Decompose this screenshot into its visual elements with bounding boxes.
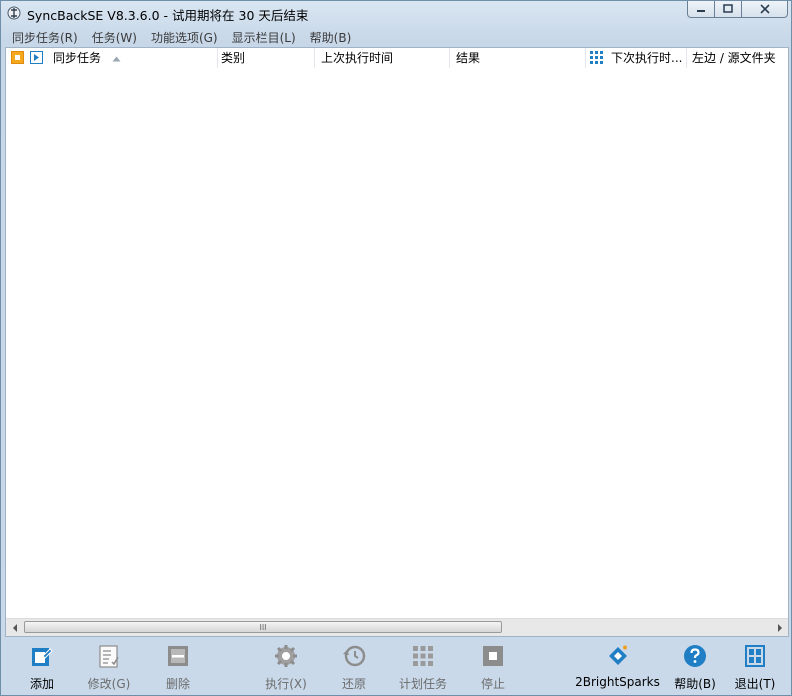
exit-label: 退出(T) xyxy=(734,677,776,691)
column-header-left-source[interactable]: 左边 / 源文件夹 xyxy=(687,48,788,68)
menu-task[interactable]: 任务(W) xyxy=(85,29,144,46)
exit-button[interactable]: 退出(T) xyxy=(731,642,779,691)
run-button[interactable]: 执行(X) xyxy=(261,642,311,691)
stop-label: 停止 xyxy=(480,677,505,691)
modify-profile-icon xyxy=(99,645,119,668)
column-header-type[interactable]: 类别 xyxy=(218,48,315,68)
add-button[interactable]: 添加 xyxy=(17,642,67,691)
horizontal-scrollbar[interactable]: III xyxy=(6,618,788,636)
column-next-run-label: 下次执行时... xyxy=(611,51,683,65)
2brightsparks-logo-icon xyxy=(608,645,627,665)
delete-button[interactable]: 删除 xyxy=(153,642,203,691)
exit-icon xyxy=(745,645,765,667)
2brightsparks-label: 2BrightSparks xyxy=(575,675,660,689)
add-label: 添加 xyxy=(29,677,54,691)
schedule-grid-icon xyxy=(590,51,603,64)
column-header-last-run[interactable]: 上次执行时间 xyxy=(315,48,450,68)
run-selected-button[interactable] xyxy=(30,51,43,64)
stop-button[interactable]: 停止 xyxy=(468,642,518,691)
add-profile-icon xyxy=(32,648,53,666)
app-window: SyncBackSE V8.3.6.0 - 试用期将在 30 天后结束 同步任务… xyxy=(0,0,792,696)
column-type-label: 类别 xyxy=(221,51,246,65)
help-label: 帮助(B) xyxy=(674,677,716,691)
modify-label: 修改(G) xyxy=(87,677,131,691)
stop-icon xyxy=(483,646,503,666)
scroll-left-button[interactable] xyxy=(6,619,23,636)
profile-list-body[interactable] xyxy=(6,68,788,618)
window-title: SyncBackSE V8.3.6.0 - 试用期将在 30 天后结束 xyxy=(27,8,309,23)
close-button[interactable] xyxy=(741,1,788,18)
modify-button[interactable]: 修改(G) xyxy=(83,642,135,691)
delete-profile-icon xyxy=(168,646,188,666)
delete-label: 删除 xyxy=(165,677,190,691)
sort-ascending-icon xyxy=(112,56,121,62)
syncback-app-icon xyxy=(7,6,21,20)
chevron-left-icon xyxy=(12,623,17,632)
menu-help[interactable]: 帮助(B) xyxy=(303,29,359,46)
scrollbar-thumb[interactable]: III xyxy=(24,621,502,633)
schedule-grid-icon xyxy=(413,646,433,666)
help-button[interactable]: 帮助(B) xyxy=(669,642,721,691)
stop-all-button[interactable] xyxy=(11,51,24,64)
restore-label: 还原 xyxy=(341,677,366,691)
profile-list: 同步任务 类别 上次执行时间 结果 下次执行时... 左边 / 源文件夹 III xyxy=(5,47,789,637)
column-header-next-run[interactable]: 下次执行时... xyxy=(586,48,687,68)
column-name-label: 同步任务 xyxy=(53,51,102,65)
scrollbar-grip: III xyxy=(259,622,267,632)
chevron-right-icon xyxy=(777,623,782,632)
column-header-result[interactable]: 结果 xyxy=(450,48,586,68)
2brightsparks-button[interactable]: 2BrightSparks xyxy=(575,642,660,690)
title-bar[interactable]: SyncBackSE V8.3.6.0 - 试用期将在 30 天后结束 xyxy=(1,1,791,26)
help-icon xyxy=(684,645,706,667)
close-icon xyxy=(759,4,770,14)
column-last-run-label: 上次执行时间 xyxy=(321,51,394,65)
list-header: 同步任务 类别 上次执行时间 结果 下次执行时... 左边 / 源文件夹 xyxy=(6,48,788,69)
column-left-source-label: 左边 / 源文件夹 xyxy=(692,51,776,65)
play-icon xyxy=(34,54,39,61)
menu-bar: 同步任务(R) 任务(W) 功能选项(G) 显示栏目(L) 帮助(B) xyxy=(5,28,789,47)
menu-columns[interactable]: 显示栏目(L) xyxy=(225,29,303,46)
restore-button[interactable]: 还原 xyxy=(329,642,379,691)
schedule-button[interactable]: 计划任务 xyxy=(393,642,453,691)
scroll-right-button[interactable] xyxy=(771,619,788,636)
schedule-label: 计划任务 xyxy=(398,677,447,691)
maximize-button[interactable] xyxy=(714,1,742,18)
maximize-icon xyxy=(723,4,733,13)
bottom-toolbar: 添加 修改(G) 删除 执行(X) 还原 计划任务 停止 2BrightSpar… xyxy=(5,637,789,693)
minimize-button[interactable] xyxy=(687,1,715,18)
column-result-label: 结果 xyxy=(456,51,481,65)
menu-options[interactable]: 功能选项(G) xyxy=(144,29,225,46)
run-label: 执行(X) xyxy=(265,677,307,691)
gear-icon xyxy=(275,645,297,667)
column-header-name[interactable]: 同步任务 xyxy=(50,48,218,68)
menu-sync-profile[interactable]: 同步任务(R) xyxy=(5,29,85,46)
minimize-icon xyxy=(697,10,705,12)
history-icon xyxy=(343,645,366,667)
stop-square-icon xyxy=(15,55,20,60)
